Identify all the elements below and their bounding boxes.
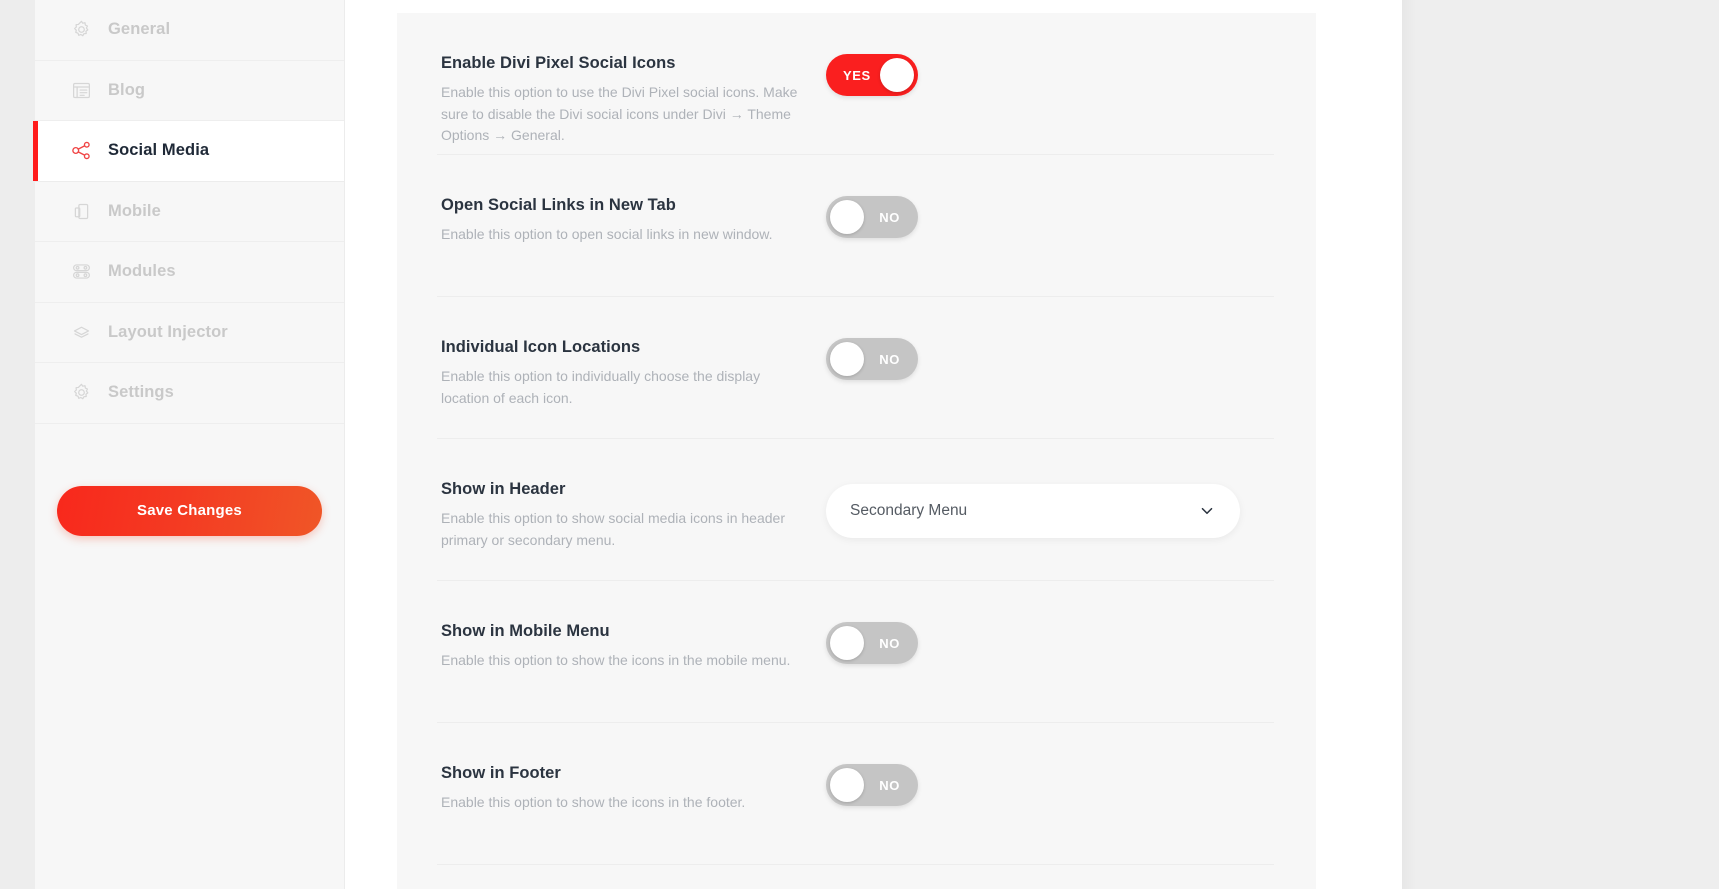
sidebar-item-social-media[interactable]: Social Media bbox=[33, 121, 344, 182]
sidebar-item-label: Mobile bbox=[108, 201, 161, 220]
setting-title: Open Social Links in New Tab bbox=[441, 196, 676, 214]
settings-panel: Enable Divi Pixel Social Icons Enable thi… bbox=[397, 13, 1316, 889]
row-divider bbox=[437, 864, 1274, 865]
right-grey-background bbox=[1402, 0, 1719, 889]
left-gutter bbox=[0, 0, 35, 889]
setting-row: Show in Header Enable this option to show… bbox=[397, 439, 1316, 581]
setting-description: Enable this option to show the icons in … bbox=[441, 794, 746, 810]
setting-description: Enable this option to individually choos… bbox=[441, 368, 761, 406]
setting-title: Show in Header bbox=[441, 480, 566, 498]
setting-control-column: NO bbox=[826, 581, 1276, 664]
setting-control-column: YES bbox=[826, 13, 1276, 96]
sidebar-item-general[interactable]: General bbox=[35, 0, 344, 61]
setting-row: Show in Footer Enable this option to show… bbox=[397, 723, 1316, 865]
setting-title: Show in Mobile Menu bbox=[441, 622, 610, 640]
toggle-switch[interactable]: YES bbox=[826, 54, 918, 96]
gear-icon bbox=[68, 380, 94, 406]
toggle-knob bbox=[830, 342, 864, 376]
toggle-state-label: NO bbox=[879, 209, 900, 225]
select-selected-value: Secondary Menu bbox=[850, 502, 968, 519]
sidebar-item-label: Layout Injector bbox=[108, 322, 228, 341]
toggle-switch[interactable]: NO bbox=[826, 622, 918, 664]
sidebar-nav-list: General Blog Social Media Mobile Modules Layo… bbox=[33, 0, 344, 424]
toggle-knob bbox=[830, 768, 864, 802]
setting-label-column: Show in Header Enable this option to show… bbox=[441, 439, 826, 551]
toggle-knob bbox=[880, 58, 914, 92]
setting-control-column: Secondary Menu bbox=[826, 439, 1276, 538]
sidebar-item-label: Blog bbox=[108, 80, 146, 99]
setting-row: Show in Mobile Menu Enable this option to… bbox=[397, 581, 1316, 723]
sidebar-item-label: Social Media bbox=[108, 141, 210, 160]
sidebar-item-settings[interactable]: Settings bbox=[35, 363, 344, 424]
setting-title: Individual Icon Locations bbox=[441, 338, 641, 356]
sidebar: General Blog Social Media Mobile Modules Layo… bbox=[33, 0, 345, 889]
setting-title: Enable Divi Pixel Social Icons bbox=[441, 54, 676, 72]
sidebar-item-layout-injector[interactable]: Layout Injector bbox=[35, 303, 344, 363]
toggle-state-label: NO bbox=[879, 351, 900, 367]
setting-control-column: NO bbox=[826, 723, 1276, 806]
right-grey-edge-shadow bbox=[1402, 0, 1416, 889]
toggle-knob bbox=[830, 626, 864, 660]
setting-control-column: NO bbox=[826, 155, 1276, 238]
toggle-state-label: NO bbox=[879, 777, 900, 793]
blog-grid-icon bbox=[68, 77, 94, 103]
setting-label-column: Open Social Links in New Tab Enable this … bbox=[441, 155, 826, 246]
setting-control-column: NO bbox=[826, 297, 1276, 380]
sidebar-item-label: Modules bbox=[108, 262, 176, 281]
settings-list: Enable Divi Pixel Social Icons Enable thi… bbox=[397, 13, 1316, 865]
sidebar-item-modules[interactable]: Modules bbox=[35, 242, 344, 303]
save-button-container: Save Changes bbox=[35, 424, 344, 536]
setting-label-column: Show in Footer Enable this option to show… bbox=[441, 723, 826, 814]
toggle-state-label: YES bbox=[843, 67, 871, 83]
location-select[interactable]: Secondary Menu bbox=[826, 484, 1240, 538]
modules-icon bbox=[68, 259, 94, 285]
setting-description: Enable this option to show social media … bbox=[441, 510, 785, 548]
toggle-knob bbox=[830, 200, 864, 234]
toggle-switch[interactable]: NO bbox=[826, 338, 918, 380]
toggle-switch[interactable]: NO bbox=[826, 196, 918, 238]
right-white-gap bbox=[1316, 0, 1402, 889]
toggle-switch[interactable]: NO bbox=[826, 764, 918, 806]
layers-icon bbox=[68, 319, 94, 345]
page-root: General Blog Social Media Mobile Modules Layo… bbox=[0, 0, 1719, 889]
setting-row: Open Social Links in New Tab Enable this … bbox=[397, 155, 1316, 297]
setting-row: Individual Icon Locations Enable this opt… bbox=[397, 297, 1316, 439]
setting-description: Enable this option to open social links … bbox=[441, 226, 773, 242]
sidebar-item-label: Settings bbox=[108, 383, 174, 402]
setting-title: Show in Footer bbox=[441, 764, 561, 782]
sidebar-item-mobile[interactable]: Mobile bbox=[35, 182, 344, 242]
sidebar-item-label: General bbox=[108, 20, 171, 39]
chevron-down-icon bbox=[1198, 502, 1216, 520]
setting-row: Enable Divi Pixel Social Icons Enable thi… bbox=[397, 13, 1316, 155]
setting-description: Enable this option to use the Divi Pixel… bbox=[441, 84, 798, 144]
setting-label-column: Individual Icon Locations Enable this opt… bbox=[441, 297, 826, 409]
save-changes-button[interactable]: Save Changes bbox=[57, 485, 322, 536]
sidebar-item-blog[interactable]: Blog bbox=[35, 61, 344, 121]
setting-label-column: Enable Divi Pixel Social Icons Enable thi… bbox=[441, 13, 826, 147]
mobile-device-icon bbox=[68, 198, 94, 224]
toggle-state-label: NO bbox=[879, 635, 900, 651]
setting-description: Enable this option to show the icons in … bbox=[441, 652, 791, 668]
setting-label-column: Show in Mobile Menu Enable this option to… bbox=[441, 581, 826, 672]
gear-icon bbox=[68, 17, 94, 43]
share-network-icon bbox=[68, 138, 94, 164]
